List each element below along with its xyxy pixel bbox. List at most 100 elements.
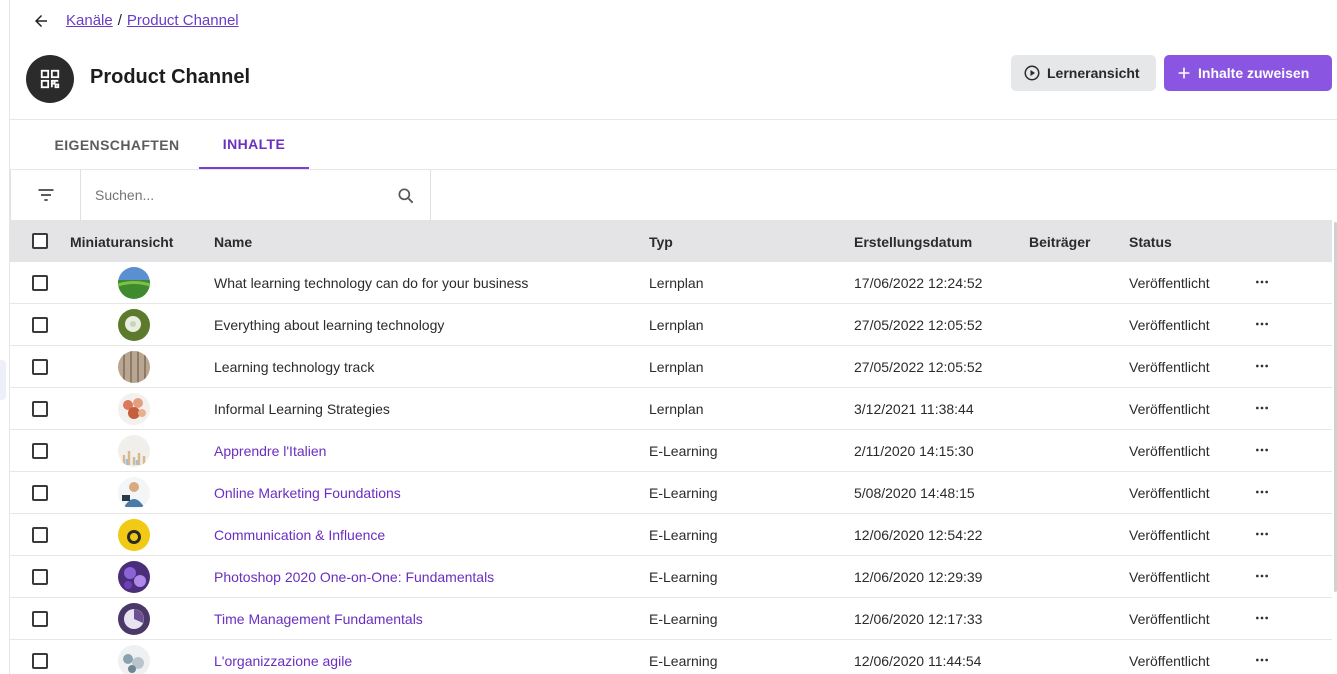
breadcrumb-separator: / — [117, 12, 122, 29]
cell-type: Lernplan — [649, 275, 704, 291]
table-row[interactable]: Informal Learning Strategies Lernplan 3/… — [10, 388, 1332, 430]
more-options-icon[interactable] — [1250, 396, 1274, 420]
cell-name[interactable]: Online Marketing Foundations — [214, 485, 401, 501]
cell-type: E-Learning — [649, 443, 718, 459]
assign-content-button[interactable]: Inhalte zuweisen — [1164, 55, 1332, 91]
cell-created: 12/06/2020 12:17:33 — [854, 611, 983, 627]
select-all-checkbox[interactable] — [32, 233, 48, 249]
search-icon[interactable] — [396, 186, 416, 206]
thumbnail-image — [118, 267, 150, 299]
header-type[interactable]: Typ — [649, 234, 673, 250]
row-checkbox[interactable] — [32, 359, 48, 375]
tab-bar: EIGENSCHAFTEN INHALTE — [10, 121, 1337, 170]
header-status[interactable]: Status — [1129, 234, 1172, 250]
table-row[interactable]: What learning technology can do for your… — [10, 262, 1332, 304]
search-input[interactable] — [95, 184, 385, 206]
cell-name[interactable]: Time Management Fundamentals — [214, 611, 423, 627]
table-row[interactable]: Photoshop 2020 One-on-One: Fundamentals … — [10, 556, 1332, 598]
cell-created: 27/05/2022 12:05:52 — [854, 359, 983, 375]
thumbnail-image — [118, 477, 150, 509]
thumbnail-image — [118, 435, 150, 467]
table-row[interactable]: Time Management Fundamentals E-Learning … — [10, 598, 1332, 640]
play-circle-icon — [1024, 65, 1040, 81]
cell-name: What learning technology can do for your… — [214, 275, 529, 291]
row-checkbox[interactable] — [32, 485, 48, 501]
row-checkbox[interactable] — [32, 527, 48, 543]
cell-name[interactable]: Photoshop 2020 One-on-One: Fundamentals — [214, 569, 494, 585]
cell-created: 12/06/2020 11:44:54 — [854, 653, 982, 669]
thumbnail-image — [118, 561, 150, 593]
assign-content-label: Inhalte zuweisen — [1198, 65, 1310, 81]
more-options-icon[interactable] — [1250, 438, 1274, 462]
header-thumbnail[interactable]: Miniaturansicht — [70, 234, 173, 250]
more-options-icon[interactable] — [1250, 354, 1274, 378]
cell-created: 12/06/2020 12:54:22 — [854, 527, 983, 543]
header-contributors[interactable]: Beiträger — [1029, 234, 1090, 250]
table-row[interactable]: Communication & Influence E-Learning 12/… — [10, 514, 1332, 556]
more-options-icon[interactable] — [1250, 522, 1274, 546]
cell-type: Lernplan — [649, 401, 704, 417]
channel-icon — [26, 55, 74, 103]
more-options-icon[interactable] — [1250, 648, 1274, 672]
row-checkbox[interactable] — [32, 443, 48, 459]
cell-name: Everything about learning technology — [214, 317, 445, 333]
back-arrow-icon[interactable] — [30, 10, 52, 32]
cell-type: E-Learning — [649, 485, 718, 501]
table-row[interactable]: L'organizzazione agile E-Learning 12/06/… — [10, 640, 1332, 674]
cell-status: Veröffentlicht — [1129, 401, 1210, 417]
cell-created: 5/08/2020 14:48:15 — [854, 485, 975, 501]
cell-status: Veröffentlicht — [1129, 653, 1210, 669]
app-frame: Kanäle / Product Channel Product Channel L… — [0, 0, 1337, 674]
cell-name[interactable]: Communication & Influence — [214, 527, 385, 543]
learner-view-button[interactable]: Lerneransicht — [1011, 55, 1156, 91]
header-name[interactable]: Name — [214, 234, 252, 250]
page-title: Product Channel — [90, 66, 251, 88]
search-box — [81, 170, 431, 220]
row-checkbox[interactable] — [32, 401, 48, 417]
content-table: Miniaturansicht Name Typ Erstellungsdatu… — [10, 220, 1332, 674]
breadcrumb-link-channels[interactable]: Kanäle — [66, 12, 113, 29]
table-body: What learning technology can do for your… — [10, 262, 1332, 674]
breadcrumb: Kanäle / Product Channel — [66, 12, 239, 29]
cell-type: Lernplan — [649, 359, 704, 375]
cell-name[interactable]: Apprendre l'Italien — [214, 443, 326, 459]
filter-icon[interactable] — [10, 170, 81, 220]
more-options-icon[interactable] — [1250, 312, 1274, 336]
plus-icon — [1178, 67, 1190, 79]
table-toolbar — [10, 170, 1337, 220]
more-options-icon[interactable] — [1250, 606, 1274, 630]
thumbnail-image — [118, 393, 150, 425]
breadcrumb-link-current[interactable]: Product Channel — [127, 12, 239, 29]
cell-created: 27/05/2022 12:05:52 — [854, 317, 983, 333]
cell-status: Veröffentlicht — [1129, 485, 1210, 501]
learner-view-label: Lerneransicht — [1047, 65, 1140, 81]
row-checkbox[interactable] — [32, 275, 48, 291]
table-row[interactable]: Online Marketing Foundations E-Learning … — [10, 472, 1332, 514]
cell-status: Veröffentlicht — [1129, 569, 1210, 585]
cell-status: Veröffentlicht — [1129, 527, 1210, 543]
cell-name[interactable]: L'organizzazione agile — [214, 653, 352, 669]
more-options-icon[interactable] — [1250, 564, 1274, 588]
table-row[interactable]: Learning technology track Lernplan 27/05… — [10, 346, 1332, 388]
rail-handle[interactable] — [0, 360, 6, 400]
more-options-icon[interactable] — [1250, 270, 1274, 294]
cell-status: Veröffentlicht — [1129, 443, 1210, 459]
cell-status: Veröffentlicht — [1129, 275, 1210, 291]
more-options-icon[interactable] — [1250, 480, 1274, 504]
cell-created: 2/11/2020 14:15:30 — [854, 443, 974, 459]
cell-status: Veröffentlicht — [1129, 359, 1210, 375]
row-checkbox[interactable] — [32, 611, 48, 627]
cell-created: 12/06/2020 12:29:39 — [854, 569, 983, 585]
cell-created: 17/06/2022 12:24:52 — [854, 275, 983, 291]
table-row[interactable]: Apprendre l'Italien E-Learning 2/11/2020… — [10, 430, 1332, 472]
header-created[interactable]: Erstellungsdatum — [854, 234, 972, 250]
tab-properties[interactable]: EIGENSCHAFTEN — [48, 121, 186, 169]
row-checkbox[interactable] — [32, 317, 48, 333]
cell-name: Learning technology track — [214, 359, 375, 375]
table-row[interactable]: Everything about learning technology Ler… — [10, 304, 1332, 346]
tab-contents[interactable]: INHALTE — [199, 121, 309, 169]
row-checkbox[interactable] — [32, 569, 48, 585]
row-checkbox[interactable] — [32, 653, 48, 669]
thumbnail-image — [118, 603, 150, 635]
cell-type: Lernplan — [649, 317, 704, 333]
